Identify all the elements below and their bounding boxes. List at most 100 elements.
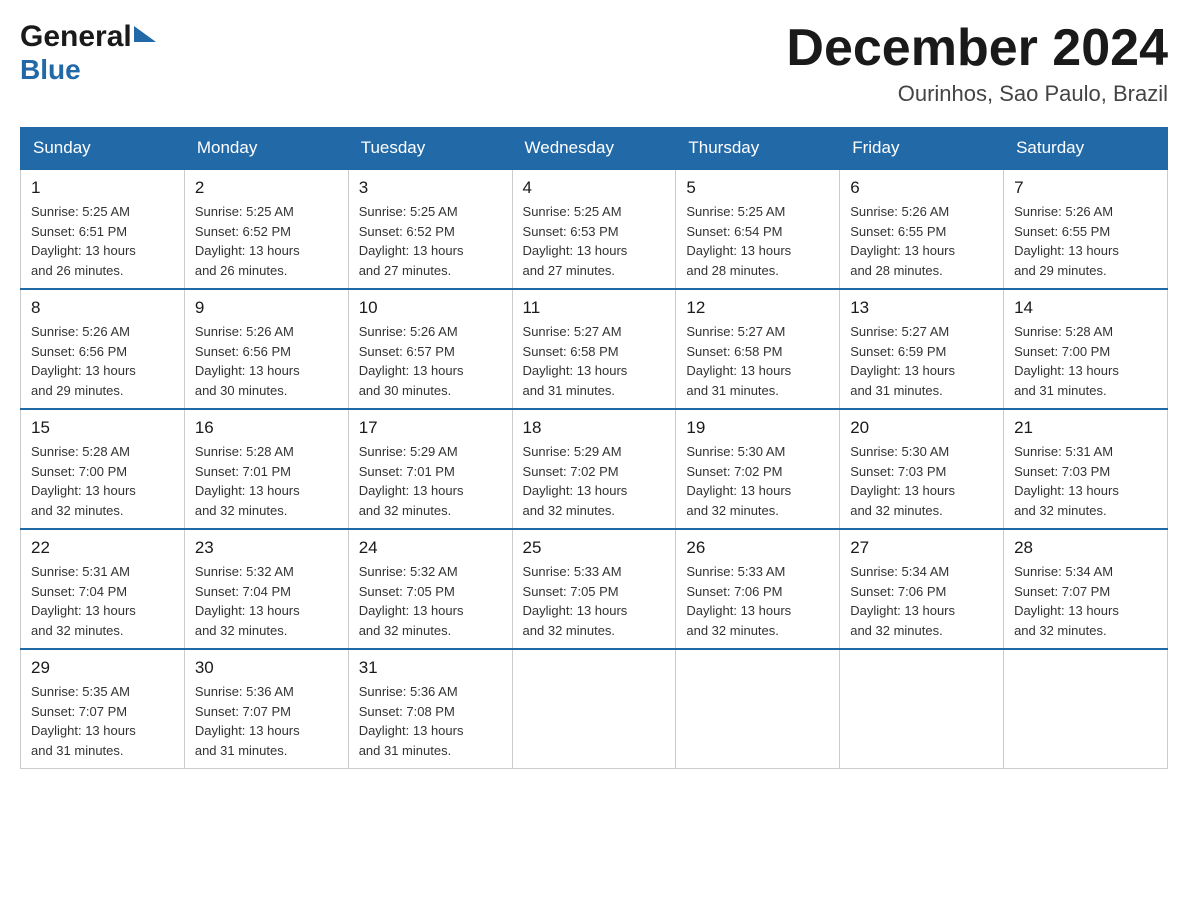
weekday-header-sunday: Sunday — [21, 128, 185, 170]
calendar-day-cell: 24 Sunrise: 5:32 AMSunset: 7:05 PMDaylig… — [348, 529, 512, 649]
day-info: Sunrise: 5:27 AMSunset: 6:58 PMDaylight:… — [686, 324, 791, 398]
empty-day-cell — [1004, 649, 1168, 769]
day-info: Sunrise: 5:25 AMSunset: 6:53 PMDaylight:… — [523, 204, 628, 278]
day-number: 21 — [1014, 418, 1157, 438]
day-info: Sunrise: 5:31 AMSunset: 7:03 PMDaylight:… — [1014, 444, 1119, 518]
calendar-day-cell: 22 Sunrise: 5:31 AMSunset: 7:04 PMDaylig… — [21, 529, 185, 649]
day-info: Sunrise: 5:33 AMSunset: 7:06 PMDaylight:… — [686, 564, 791, 638]
day-number: 1 — [31, 178, 174, 198]
day-info: Sunrise: 5:26 AMSunset: 6:55 PMDaylight:… — [1014, 204, 1119, 278]
calendar-week-row: 1 Sunrise: 5:25 AMSunset: 6:51 PMDayligh… — [21, 169, 1168, 289]
calendar-day-cell: 1 Sunrise: 5:25 AMSunset: 6:51 PMDayligh… — [21, 169, 185, 289]
calendar-day-cell: 11 Sunrise: 5:27 AMSunset: 6:58 PMDaylig… — [512, 289, 676, 409]
weekday-header-tuesday: Tuesday — [348, 128, 512, 170]
day-info: Sunrise: 5:34 AMSunset: 7:07 PMDaylight:… — [1014, 564, 1119, 638]
logo-blue-text: Blue — [20, 54, 81, 85]
calendar-day-cell: 14 Sunrise: 5:28 AMSunset: 7:00 PMDaylig… — [1004, 289, 1168, 409]
weekday-header-row: SundayMondayTuesdayWednesdayThursdayFrid… — [21, 128, 1168, 170]
day-number: 18 — [523, 418, 666, 438]
calendar-table: SundayMondayTuesdayWednesdayThursdayFrid… — [20, 127, 1168, 769]
day-number: 25 — [523, 538, 666, 558]
calendar-day-cell: 27 Sunrise: 5:34 AMSunset: 7:06 PMDaylig… — [840, 529, 1004, 649]
day-info: Sunrise: 5:35 AMSunset: 7:07 PMDaylight:… — [31, 684, 136, 758]
weekday-header-saturday: Saturday — [1004, 128, 1168, 170]
day-info: Sunrise: 5:30 AMSunset: 7:03 PMDaylight:… — [850, 444, 955, 518]
calendar-day-cell: 16 Sunrise: 5:28 AMSunset: 7:01 PMDaylig… — [184, 409, 348, 529]
day-info: Sunrise: 5:27 AMSunset: 6:58 PMDaylight:… — [523, 324, 628, 398]
calendar-day-cell: 7 Sunrise: 5:26 AMSunset: 6:55 PMDayligh… — [1004, 169, 1168, 289]
logo: General Blue — [20, 20, 156, 86]
day-info: Sunrise: 5:25 AMSunset: 6:52 PMDaylight:… — [359, 204, 464, 278]
calendar-day-cell: 10 Sunrise: 5:26 AMSunset: 6:57 PMDaylig… — [348, 289, 512, 409]
calendar-day-cell: 21 Sunrise: 5:31 AMSunset: 7:03 PMDaylig… — [1004, 409, 1168, 529]
day-number: 4 — [523, 178, 666, 198]
day-number: 20 — [850, 418, 993, 438]
calendar-day-cell: 6 Sunrise: 5:26 AMSunset: 6:55 PMDayligh… — [840, 169, 1004, 289]
day-info: Sunrise: 5:31 AMSunset: 7:04 PMDaylight:… — [31, 564, 136, 638]
day-number: 10 — [359, 298, 502, 318]
day-info: Sunrise: 5:26 AMSunset: 6:55 PMDaylight:… — [850, 204, 955, 278]
calendar-day-cell: 28 Sunrise: 5:34 AMSunset: 7:07 PMDaylig… — [1004, 529, 1168, 649]
calendar-day-cell: 25 Sunrise: 5:33 AMSunset: 7:05 PMDaylig… — [512, 529, 676, 649]
calendar-day-cell: 3 Sunrise: 5:25 AMSunset: 6:52 PMDayligh… — [348, 169, 512, 289]
day-info: Sunrise: 5:26 AMSunset: 6:56 PMDaylight:… — [31, 324, 136, 398]
day-info: Sunrise: 5:32 AMSunset: 7:05 PMDaylight:… — [359, 564, 464, 638]
calendar-week-row: 15 Sunrise: 5:28 AMSunset: 7:00 PMDaylig… — [21, 409, 1168, 529]
day-number: 7 — [1014, 178, 1157, 198]
day-info: Sunrise: 5:33 AMSunset: 7:05 PMDaylight:… — [523, 564, 628, 638]
day-number: 3 — [359, 178, 502, 198]
day-info: Sunrise: 5:26 AMSunset: 6:57 PMDaylight:… — [359, 324, 464, 398]
empty-day-cell — [512, 649, 676, 769]
day-number: 11 — [523, 298, 666, 318]
logo-triangle-icon — [134, 26, 156, 42]
calendar-day-cell: 29 Sunrise: 5:35 AMSunset: 7:07 PMDaylig… — [21, 649, 185, 769]
day-number: 29 — [31, 658, 174, 678]
calendar-day-cell: 4 Sunrise: 5:25 AMSunset: 6:53 PMDayligh… — [512, 169, 676, 289]
day-number: 2 — [195, 178, 338, 198]
day-info: Sunrise: 5:36 AMSunset: 7:08 PMDaylight:… — [359, 684, 464, 758]
weekday-header-friday: Friday — [840, 128, 1004, 170]
calendar-day-cell: 26 Sunrise: 5:33 AMSunset: 7:06 PMDaylig… — [676, 529, 840, 649]
calendar-day-cell: 19 Sunrise: 5:30 AMSunset: 7:02 PMDaylig… — [676, 409, 840, 529]
day-info: Sunrise: 5:32 AMSunset: 7:04 PMDaylight:… — [195, 564, 300, 638]
calendar-day-cell: 31 Sunrise: 5:36 AMSunset: 7:08 PMDaylig… — [348, 649, 512, 769]
day-info: Sunrise: 5:29 AMSunset: 7:02 PMDaylight:… — [523, 444, 628, 518]
day-number: 28 — [1014, 538, 1157, 558]
day-info: Sunrise: 5:25 AMSunset: 6:51 PMDaylight:… — [31, 204, 136, 278]
day-number: 24 — [359, 538, 502, 558]
calendar-week-row: 22 Sunrise: 5:31 AMSunset: 7:04 PMDaylig… — [21, 529, 1168, 649]
calendar-day-cell: 23 Sunrise: 5:32 AMSunset: 7:04 PMDaylig… — [184, 529, 348, 649]
day-info: Sunrise: 5:36 AMSunset: 7:07 PMDaylight:… — [195, 684, 300, 758]
day-number: 17 — [359, 418, 502, 438]
calendar-day-cell: 30 Sunrise: 5:36 AMSunset: 7:07 PMDaylig… — [184, 649, 348, 769]
calendar-day-cell: 17 Sunrise: 5:29 AMSunset: 7:01 PMDaylig… — [348, 409, 512, 529]
weekday-header-thursday: Thursday — [676, 128, 840, 170]
calendar-day-cell: 9 Sunrise: 5:26 AMSunset: 6:56 PMDayligh… — [184, 289, 348, 409]
calendar-day-cell: 2 Sunrise: 5:25 AMSunset: 6:52 PMDayligh… — [184, 169, 348, 289]
day-info: Sunrise: 5:28 AMSunset: 7:00 PMDaylight:… — [1014, 324, 1119, 398]
page-header: General Blue December 2024 Ourinhos, Sao… — [20, 20, 1168, 107]
empty-day-cell — [676, 649, 840, 769]
calendar-week-row: 29 Sunrise: 5:35 AMSunset: 7:07 PMDaylig… — [21, 649, 1168, 769]
day-number: 9 — [195, 298, 338, 318]
calendar-week-row: 8 Sunrise: 5:26 AMSunset: 6:56 PMDayligh… — [21, 289, 1168, 409]
day-number: 8 — [31, 298, 174, 318]
day-info: Sunrise: 5:34 AMSunset: 7:06 PMDaylight:… — [850, 564, 955, 638]
empty-day-cell — [840, 649, 1004, 769]
calendar-day-cell: 18 Sunrise: 5:29 AMSunset: 7:02 PMDaylig… — [512, 409, 676, 529]
day-info: Sunrise: 5:27 AMSunset: 6:59 PMDaylight:… — [850, 324, 955, 398]
day-number: 5 — [686, 178, 829, 198]
weekday-header-wednesday: Wednesday — [512, 128, 676, 170]
day-info: Sunrise: 5:26 AMSunset: 6:56 PMDaylight:… — [195, 324, 300, 398]
calendar-day-cell: 13 Sunrise: 5:27 AMSunset: 6:59 PMDaylig… — [840, 289, 1004, 409]
calendar-day-cell: 15 Sunrise: 5:28 AMSunset: 7:00 PMDaylig… — [21, 409, 185, 529]
day-info: Sunrise: 5:28 AMSunset: 7:01 PMDaylight:… — [195, 444, 300, 518]
calendar-day-cell: 5 Sunrise: 5:25 AMSunset: 6:54 PMDayligh… — [676, 169, 840, 289]
title-section: December 2024 Ourinhos, Sao Paulo, Brazi… — [786, 20, 1168, 107]
month-title: December 2024 — [786, 20, 1168, 77]
day-number: 13 — [850, 298, 993, 318]
day-info: Sunrise: 5:29 AMSunset: 7:01 PMDaylight:… — [359, 444, 464, 518]
day-number: 31 — [359, 658, 502, 678]
day-info: Sunrise: 5:25 AMSunset: 6:52 PMDaylight:… — [195, 204, 300, 278]
day-number: 14 — [1014, 298, 1157, 318]
